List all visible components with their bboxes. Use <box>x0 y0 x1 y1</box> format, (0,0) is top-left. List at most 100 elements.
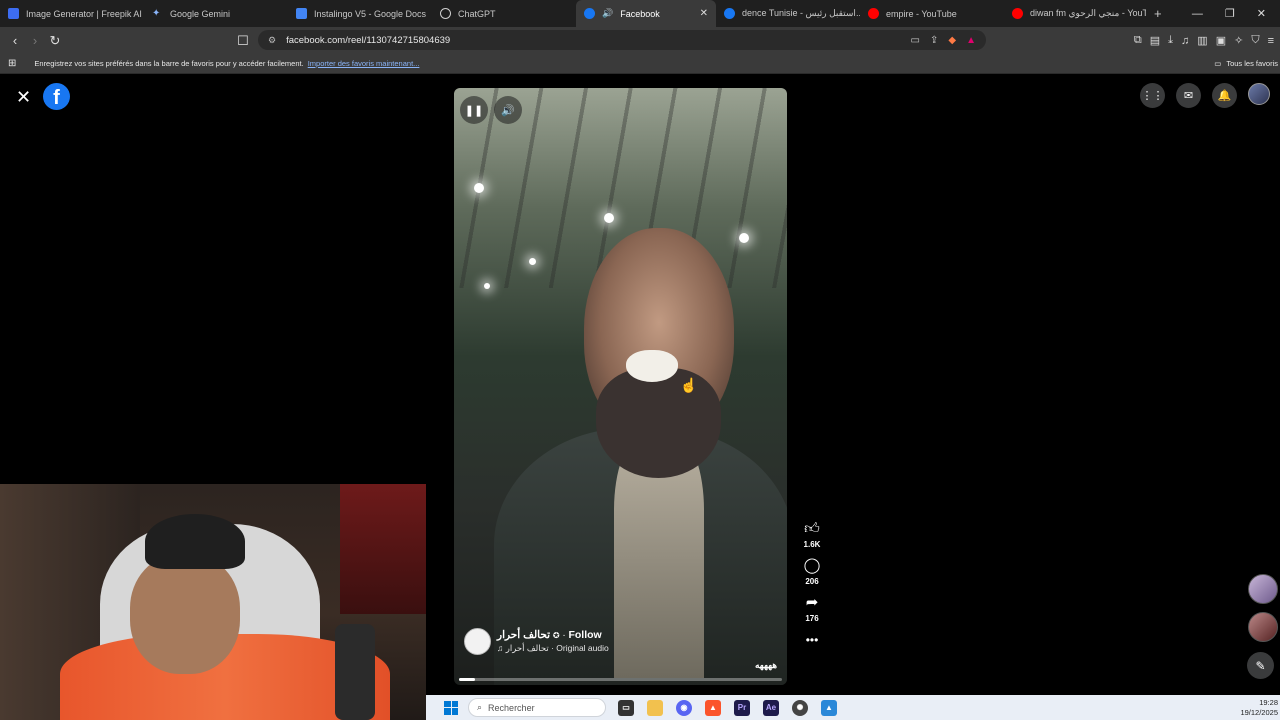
windows-start-icon[interactable] <box>444 700 458 715</box>
brave-rewards-icon[interactable]: ▲ <box>966 35 976 46</box>
share-arrow-icon: ➦ <box>805 594 819 611</box>
bookmarks-bar: ⊞ Enregistrez vos sites préférés dans la… <box>0 54 1280 74</box>
tab-youtube-empire[interactable]: empire - YouTube <box>860 0 1004 27</box>
wallet-icon[interactable]: ▣ <box>1216 34 1226 47</box>
brave-shield-icon[interactable]: ◆ <box>948 35 956 46</box>
reload-icon[interactable]: ↻ <box>45 33 65 49</box>
menu-icon[interactable]: ≡ <box>1268 35 1274 47</box>
forward-icon[interactable]: › <box>25 33 45 48</box>
back-icon[interactable]: ‹ <box>5 33 25 48</box>
menu-grid-icon[interactable]: ⋮⋮ <box>1140 83 1165 108</box>
like-icon: 👍︎ <box>804 520 820 537</box>
site-settings-icon[interactable]: ⚙ <box>268 35 276 46</box>
photos-icon[interactable]: ▲ <box>821 699 837 716</box>
clock-date: 19/12/2025 <box>1240 708 1278 717</box>
discord-icon[interactable]: ◉ <box>676 699 692 716</box>
url-text: facebook.com/reel/1130742715804639 <box>286 34 451 46</box>
tab-strip: Image Generator | Freepik AI ✦ Google Ge… <box>0 0 1280 27</box>
google-docs-icon <box>296 8 307 19</box>
address-bar[interactable]: ⚙ facebook.com/reel/1130742715804639 ▭ ⇪… <box>258 30 986 50</box>
vpn-icon[interactable]: ⛉ <box>1251 34 1259 47</box>
reel-video[interactable]: ❚❚ 🔊 تحالف أحرار ✪ · Follow ♫ تحالف أحرا… <box>454 88 787 685</box>
tab-title: Image Generator | Freepik AI <box>26 8 142 19</box>
new-tab-button[interactable]: + <box>1146 0 1170 27</box>
video-progress-bar[interactable] <box>459 678 782 681</box>
tab-chatgpt[interactable]: ChatGPT <box>432 0 576 27</box>
premiere-pro-icon[interactable]: Pr <box>734 699 750 716</box>
leo-ai-icon[interactable]: ✧ <box>1234 34 1243 47</box>
system-clock[interactable]: 19:28 19/12/2025 <box>1240 698 1278 718</box>
close-window-icon[interactable]: ✕ <box>1257 7 1266 20</box>
brave-browser-icon[interactable]: ▲ <box>705 699 721 716</box>
follow-button[interactable]: Follow <box>568 629 601 641</box>
tab-freepik[interactable]: Image Generator | Freepik AI <box>0 0 144 27</box>
file-explorer-icon[interactable] <box>647 699 663 716</box>
facebook-header-actions: ⋮⋮ ✉ 🔔 <box>1140 83 1270 108</box>
facebook-logo[interactable]: f <box>43 83 70 110</box>
page-name[interactable]: تحالف أحرار <box>497 629 550 641</box>
verified-icon: ✪ <box>552 630 560 640</box>
video-frame-mouth <box>626 350 678 382</box>
tab-gemini[interactable]: ✦ Google Gemini <box>144 0 288 27</box>
cast-icon[interactable]: ▭ <box>911 35 920 46</box>
profile-avatar[interactable] <box>1248 83 1270 105</box>
bookmark-icon[interactable]: ☐ <box>233 33 253 49</box>
share-count: 176 <box>805 614 819 623</box>
youtube-icon <box>1012 8 1023 19</box>
page-avatar[interactable] <box>464 628 491 655</box>
more-icon: ••• <box>805 633 819 647</box>
tab-google-docs[interactable]: Instalingo V5 - Google Docs <box>288 0 432 27</box>
taskbar-search[interactable]: ⌕ Rechercher <box>468 698 606 717</box>
close-reel-icon[interactable]: ✕ <box>16 87 31 108</box>
notifications-icon[interactable]: 🔔 <box>1212 83 1237 108</box>
share-icon[interactable]: ⇪ <box>930 35 938 46</box>
more-options-button[interactable]: ••• <box>806 631 819 649</box>
reading-list-icon[interactable]: ▤ <box>1150 34 1160 47</box>
after-effects-icon[interactable]: Ae <box>763 699 779 716</box>
tab-youtube-diwan[interactable]: diwan fm منجي الرحوي - YouTu <box>1004 0 1146 27</box>
tab-title: Facebook <box>620 8 660 19</box>
davinci-resolve-icon[interactable]: ✺ <box>792 699 808 716</box>
reel-caption: ههههه <box>754 660 777 670</box>
webcam-microphone <box>335 624 375 720</box>
like-count: 1.6K <box>803 540 821 549</box>
comment-count: 206 <box>805 577 819 586</box>
contact-avatar[interactable] <box>1248 574 1278 604</box>
close-tab-icon[interactable]: ✕ <box>700 8 708 19</box>
tab-title: empire - YouTube <box>886 8 957 19</box>
pause-icon[interactable]: ❚❚ <box>460 96 488 124</box>
sidebar-icon[interactable]: ▥ <box>1197 34 1207 47</box>
restore-icon[interactable]: ❐ <box>1225 7 1235 20</box>
video-frame-beard <box>596 368 721 478</box>
clock-time: 19:28 <box>1259 698 1278 707</box>
webcam-overlay <box>0 484 426 720</box>
tab-title: ChatGPT <box>458 8 496 19</box>
extensions-icon[interactable]: ⧉ <box>1134 34 1142 47</box>
download-icon[interactable]: ⤓ <box>1168 34 1173 47</box>
task-view-icon[interactable]: ▭ <box>618 699 634 716</box>
webcam-person-cap <box>145 514 245 569</box>
windows-taskbar: ⌕ Rechercher ▭ ◉ ▲ Pr Ae ✺ ▲ <box>426 695 1280 720</box>
tab-facebook[interactable]: 🔊 Facebook ✕ <box>576 0 716 27</box>
search-icon: ⌕ <box>477 702 483 712</box>
ceiling-light <box>604 213 614 223</box>
all-favorites-button[interactable]: ▭ Tous les favoris <box>1214 59 1278 68</box>
volume-icon[interactable]: 🔊 <box>494 96 522 124</box>
audio-label[interactable]: تحالف أحرار · Original audio <box>506 643 609 653</box>
import-favorites-link[interactable]: Importer des favoris maintenant... <box>308 59 420 68</box>
new-message-icon[interactable]: ✎ <box>1247 652 1274 679</box>
tab-presidence[interactable]: dence Tunisie - استقبل رئيس... <box>716 0 860 27</box>
like-button[interactable]: 👍︎ 1.6K <box>804 520 821 549</box>
contact-avatar[interactable] <box>1248 612 1278 642</box>
messenger-icon[interactable]: ✉ <box>1176 83 1201 108</box>
comment-button[interactable]: ◯ 206 <box>804 557 821 586</box>
ceiling-light <box>529 258 536 265</box>
youtube-icon <box>868 8 879 19</box>
comment-icon: ◯ <box>803 557 821 574</box>
apps-grid-icon[interactable]: ⊞ <box>8 58 16 69</box>
minimize-icon[interactable]: — <box>1192 8 1203 20</box>
audio-playing-icon: 🔊 <box>602 8 614 18</box>
music-icon[interactable]: ♫ <box>1181 35 1189 47</box>
share-button[interactable]: ➦ 176 <box>805 594 818 623</box>
taskbar-apps: ▭ ◉ ▲ Pr Ae ✺ ▲ <box>618 699 837 716</box>
